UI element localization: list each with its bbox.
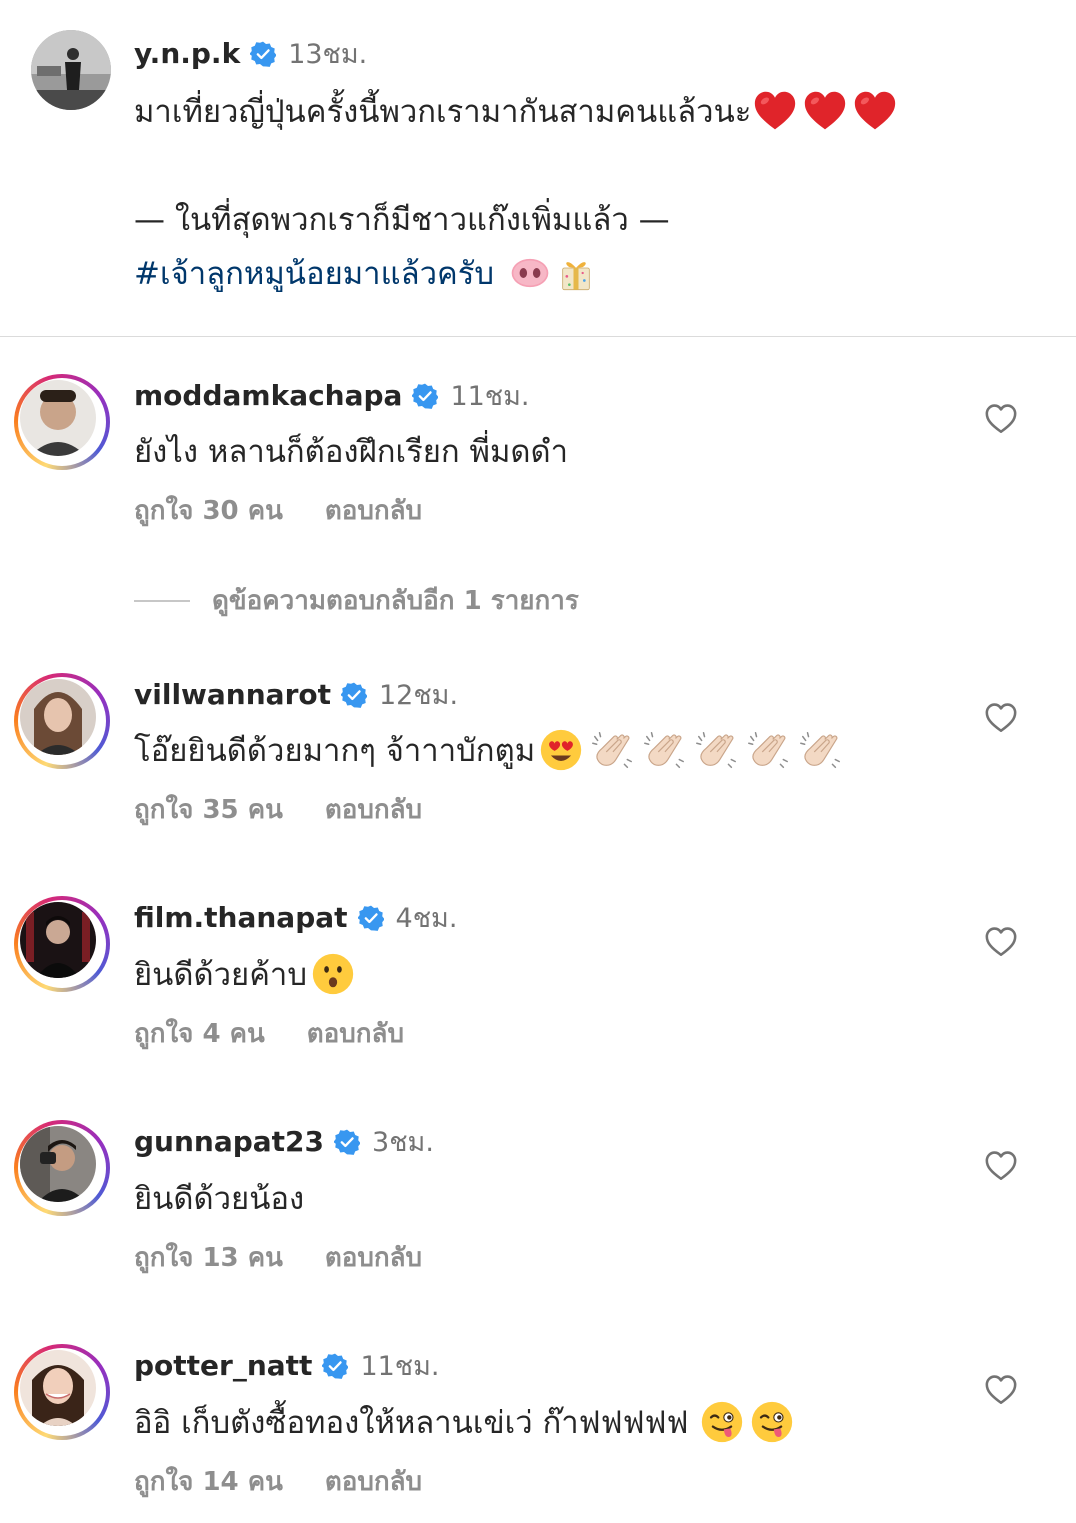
reply-button[interactable]: ตอบกลับ bbox=[325, 1461, 422, 1502]
comment-text-row: อิอิ เก็บตังซื้อทองให้หลานเข่เว่ ก๊าฟฟฟฟ… bbox=[134, 1397, 794, 1447]
verified-badge-icon bbox=[322, 1353, 348, 1379]
likes-count[interactable]: ถูกใจ 14 คน bbox=[134, 1461, 283, 1502]
heart-outline-icon[interactable] bbox=[984, 1149, 1018, 1183]
comment-header: film.thanapat 4ชม. bbox=[134, 896, 457, 939]
verified-badge-icon bbox=[341, 682, 367, 708]
heart-outline-icon[interactable] bbox=[984, 1373, 1018, 1407]
red-heart-emoji bbox=[753, 89, 797, 133]
comment-meta: ถูกใจ 13 คน ตอบกลับ bbox=[134, 1237, 422, 1278]
verified-badge-icon bbox=[250, 41, 276, 67]
comment-header: villwannarot 12ชม. bbox=[134, 673, 458, 716]
caption-text-1: มาเที่ยวญี่ปุ่นครั้งนี้พวกเรามากันสามคนแ… bbox=[134, 94, 752, 130]
comment-text: ยินดีด้วยน้อง bbox=[134, 1181, 305, 1217]
clapping-hands-emoji bbox=[745, 727, 791, 773]
comment-time: 11ชม. bbox=[450, 381, 530, 412]
red-heart-emoji bbox=[853, 89, 897, 133]
comment-username[interactable]: villwannarot bbox=[134, 678, 331, 711]
comment-time: 12ชม. bbox=[379, 680, 459, 711]
comment-header: gunnapat23 3ชม. bbox=[134, 1120, 434, 1163]
caption-line-1: มาเที่ยวญี่ปุ่นครั้งนี้พวกเรามากันสามคนแ… bbox=[134, 86, 897, 136]
replies-divider bbox=[134, 599, 190, 602]
comment-meta: ถูกใจ 4 คน ตอบกลับ bbox=[134, 1013, 404, 1054]
comment-time: 11ชม. bbox=[360, 1351, 440, 1382]
post-time: 13ชม. bbox=[288, 39, 368, 70]
gift-emoji bbox=[556, 253, 596, 293]
comment-meta: ถูกใจ 14 คน ตอบกลับ bbox=[134, 1461, 422, 1502]
clapping-hands-emoji bbox=[693, 727, 739, 773]
comment-header: potter_natt 11ชม. bbox=[134, 1344, 440, 1387]
comment-avatar[interactable] bbox=[14, 1120, 110, 1216]
clapping-hands-emoji bbox=[641, 727, 687, 773]
comment-username[interactable]: potter_natt bbox=[134, 1349, 312, 1382]
comment-time: 4ชม. bbox=[395, 903, 458, 934]
verified-badge-icon bbox=[358, 905, 384, 931]
comment-username[interactable]: gunnapat23 bbox=[134, 1125, 324, 1158]
clapping-hands-emoji bbox=[797, 727, 843, 773]
comment-header: moddamkachapa 11ชม. bbox=[134, 374, 530, 417]
heart-outline-icon[interactable] bbox=[984, 402, 1018, 436]
heart-outline-icon[interactable] bbox=[984, 701, 1018, 735]
view-replies-button[interactable]: ดูข้อความตอบกลับอีก 1 รายการ bbox=[134, 580, 579, 621]
red-heart-emoji bbox=[803, 89, 847, 133]
hashtag-link[interactable]: #เจ้าลูกหมูน้อยมาแล้วครับ bbox=[134, 248, 494, 298]
reply-button[interactable]: ตอบกลับ bbox=[325, 1237, 422, 1278]
verified-badge-icon bbox=[412, 383, 438, 409]
pig-nose-emoji bbox=[510, 253, 550, 293]
comment-text-row: ยินดีด้วยค้าบ bbox=[134, 949, 355, 999]
comment-meta: ถูกใจ 30 คน ตอบกลับ bbox=[134, 490, 422, 531]
post-username[interactable]: y.n.p.k bbox=[134, 37, 240, 70]
reply-button[interactable]: ตอบกลับ bbox=[325, 789, 422, 830]
comment-time: 3ชม. bbox=[372, 1127, 434, 1158]
likes-count[interactable]: ถูกใจ 13 คน bbox=[134, 1237, 283, 1278]
comment-meta: ถูกใจ 35 คน ตอบกลับ bbox=[134, 789, 422, 830]
heart-eyes-emoji bbox=[539, 728, 583, 772]
verified-badge-icon bbox=[334, 1129, 360, 1155]
comment-text: อิอิ เก็บตังซื้อทองให้หลานเข่เว่ ก๊าฟฟฟฟ… bbox=[134, 1405, 689, 1441]
view-replies-label: ดูข้อความตอบกลับอีก 1 รายการ bbox=[212, 586, 579, 616]
comment-text-row: โอ๊ยยินดีด้วยมากๆ จ้าาาบักตูม bbox=[134, 725, 843, 775]
caption-line-3: #เจ้าลูกหมูน้อยมาแล้วครับ bbox=[134, 248, 596, 298]
comment-avatar[interactable] bbox=[14, 896, 110, 992]
reply-button[interactable]: ตอบกลับ bbox=[325, 490, 422, 531]
likes-count[interactable]: ถูกใจ 4 คน bbox=[134, 1013, 265, 1054]
post-caption: y.n.p.k 13ชม. มาเที่ยวญี่ปุ่นครั้งนี้พวก… bbox=[0, 0, 1076, 337]
comment-text: โอ๊ยยินดีด้วยมากๆ จ้าาาบักตูม bbox=[134, 733, 536, 769]
comment-avatar[interactable] bbox=[14, 1344, 110, 1440]
winking-tongue-emoji bbox=[750, 1400, 794, 1444]
likes-count[interactable]: ถูกใจ 30 คน bbox=[134, 490, 283, 531]
post-header: y.n.p.k 13ชม. bbox=[134, 32, 367, 75]
surprised-face-emoji bbox=[311, 952, 355, 996]
winking-tongue-emoji bbox=[700, 1400, 744, 1444]
caption-line-2: — ในที่สุดพวกเราก็มีชาวแก๊งเพิ่มแล้ว — bbox=[134, 202, 670, 238]
post-author-avatar[interactable] bbox=[31, 30, 111, 110]
clapping-hands-emoji bbox=[589, 727, 635, 773]
comment-avatar[interactable] bbox=[14, 673, 110, 769]
heart-outline-icon[interactable] bbox=[984, 925, 1018, 959]
comment-username[interactable]: film.thanapat bbox=[134, 901, 348, 934]
comment-text: ยังไง หลานก็ต้องฝึกเรียก พี่มดดำ bbox=[134, 434, 569, 470]
comment-username[interactable]: moddamkachapa bbox=[134, 379, 402, 412]
comment-avatar[interactable] bbox=[14, 374, 110, 470]
likes-count[interactable]: ถูกใจ 35 คน bbox=[134, 789, 283, 830]
comment-text: ยินดีด้วยค้าบ bbox=[134, 957, 308, 993]
reply-button[interactable]: ตอบกลับ bbox=[307, 1013, 404, 1054]
